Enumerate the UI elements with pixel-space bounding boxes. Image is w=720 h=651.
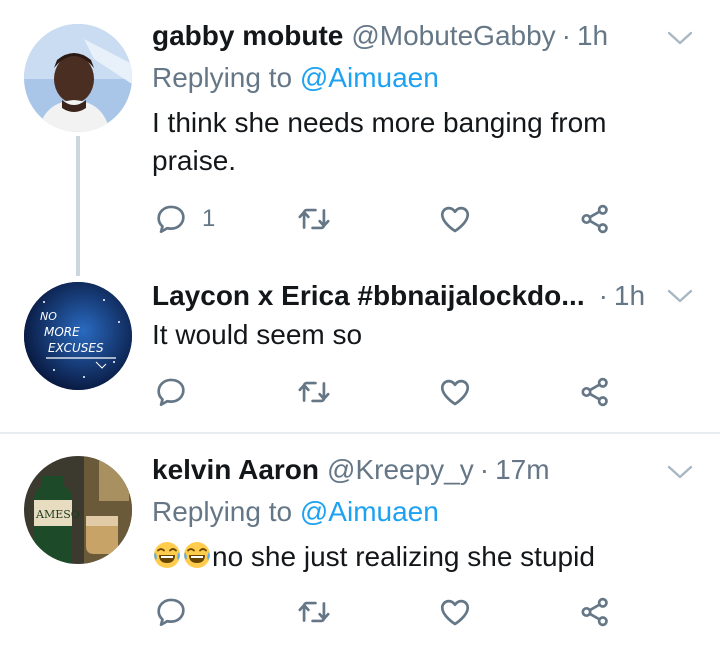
like-button[interactable] xyxy=(438,199,472,239)
tweet-body: no she just realizing she stupid xyxy=(152,538,670,576)
avatar-label-text: AMESO xyxy=(35,508,80,521)
separator-dot: · xyxy=(561,20,571,51)
chevron-down-icon[interactable] xyxy=(666,28,694,48)
action-bar xyxy=(152,592,622,632)
heart-icon xyxy=(438,202,472,236)
reply-count: 1 xyxy=(202,205,216,232)
retweet-button[interactable] xyxy=(297,372,331,412)
retweet-icon xyxy=(297,375,331,409)
tweet-gabby-mobute[interactable]: gabby mobute @MobuteGabby · 1h Replying … xyxy=(0,0,720,276)
separator-dot: · xyxy=(479,454,490,485)
share-icon xyxy=(578,202,612,236)
reply-icon xyxy=(154,595,188,629)
replying-to: Replying to @Aimuaen xyxy=(152,62,439,94)
face-with-tears-of-joy-icon xyxy=(152,540,182,570)
replying-to: Replying to @Aimuaen xyxy=(152,496,439,528)
reply-icon xyxy=(154,375,188,409)
reply-icon xyxy=(154,202,188,236)
user-handle[interactable]: @MobuteGabby xyxy=(351,20,555,52)
tweet-header: gabby mobute @MobuteGabby · 1h xyxy=(152,20,684,56)
avatar[interactable] xyxy=(24,24,132,132)
tweet-header: kelvin Aaron @Kreepy_y · 17m xyxy=(152,454,684,490)
thread-line xyxy=(76,136,80,276)
like-button[interactable] xyxy=(438,372,472,412)
share-button[interactable] xyxy=(578,199,612,239)
separator-dot: · xyxy=(598,280,608,311)
tweet-text: no she just realizing she stupid xyxy=(212,541,595,572)
avatar[interactable]: NO MORE EXCUSES xyxy=(24,282,132,390)
heart-icon xyxy=(438,595,472,629)
reply-button[interactable]: 1 xyxy=(154,199,215,239)
chevron-down-icon[interactable] xyxy=(666,286,694,306)
share-button[interactable] xyxy=(578,592,612,632)
avatar-text-excuses: EXCUSES xyxy=(48,341,104,355)
action-bar xyxy=(152,372,622,412)
heart-icon xyxy=(438,375,472,409)
share-button[interactable] xyxy=(578,372,612,412)
tweet-laycon-erica[interactable]: NO MORE EXCUSES Laycon x Erica #bbnaijal… xyxy=(0,260,720,432)
mention-link[interactable]: @Aimuaen xyxy=(300,496,439,527)
display-name[interactable]: gabby mobute xyxy=(152,20,343,52)
reply-button[interactable] xyxy=(154,592,188,632)
timestamp[interactable]: 17m xyxy=(495,454,549,486)
like-button[interactable] xyxy=(438,592,472,632)
share-icon xyxy=(578,375,612,409)
reply-button[interactable] xyxy=(154,372,188,412)
retweet-button[interactable] xyxy=(297,592,331,632)
retweet-button[interactable] xyxy=(297,199,331,239)
user-handle[interactable]: @Kreepy_y xyxy=(327,454,474,486)
retweet-icon xyxy=(297,595,331,629)
mention-link[interactable]: @Aimuaen xyxy=(300,62,439,93)
display-name[interactable]: kelvin Aaron xyxy=(152,454,319,486)
avatar[interactable]: AMESO xyxy=(24,456,132,564)
face-with-tears-of-joy-icon xyxy=(182,540,212,570)
timestamp[interactable]: 1h xyxy=(614,280,645,312)
action-bar: 1 xyxy=(152,199,622,239)
tweet-kelvin-aaron[interactable]: AMESO kelvin Aaron @Kreepy_y · 17m Reply… xyxy=(0,434,720,651)
tweet-text: It would seem so xyxy=(152,319,363,350)
timestamp[interactable]: 1h xyxy=(577,20,608,52)
replying-to-label: Replying to xyxy=(152,62,293,93)
retweet-icon xyxy=(297,202,331,236)
tweet-text: I think she needs more banging from prai… xyxy=(152,107,607,176)
replying-to-label: Replying to xyxy=(152,496,293,527)
share-icon xyxy=(578,595,612,629)
display-name[interactable]: Laycon x Erica #bbnaijalockdo... xyxy=(152,280,585,312)
avatar-text-no: NO xyxy=(40,310,57,323)
chevron-down-icon[interactable] xyxy=(666,462,694,482)
tweet-header: Laycon x Erica #bbnaijalockdo... · 1h xyxy=(152,280,684,316)
avatar-text-more: MORE xyxy=(44,325,80,339)
